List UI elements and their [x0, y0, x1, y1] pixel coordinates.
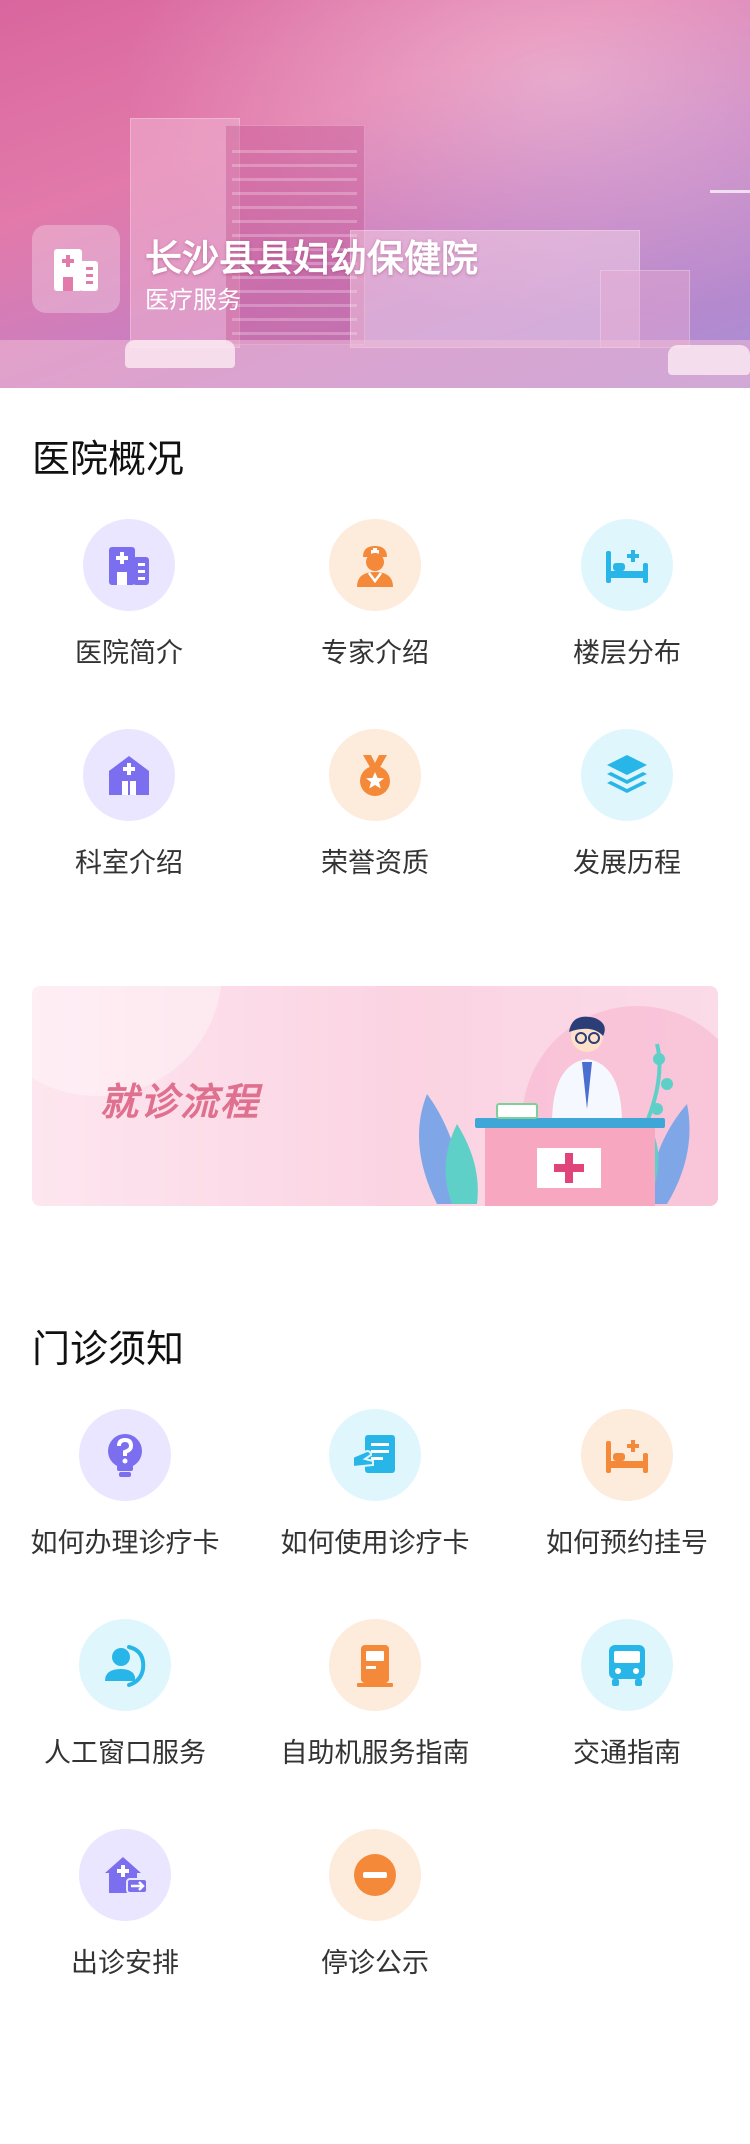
outpatient-item-traffic[interactable]: 交通指南 [502, 1619, 750, 1779]
hospital-logo [32, 225, 120, 313]
process-banner[interactable]: 就诊流程 [32, 986, 718, 1206]
doctor-desk-illustration [419, 1016, 690, 1206]
icon-circle [581, 1619, 673, 1711]
outpatient-item-label: 出诊安排 [71, 1948, 179, 1979]
medal-icon [360, 755, 390, 796]
overview-item-label: 荣誉资质 [321, 848, 429, 879]
question-bulb-icon [108, 1434, 142, 1477]
bed-icon [606, 1440, 648, 1473]
process-banner-title: 就诊流程 [100, 1080, 261, 1124]
overview-item-label: 发展历程 [573, 848, 681, 879]
building-annex [600, 270, 690, 348]
section-title-overview: 医院概况 [32, 437, 185, 481]
icon-circle [581, 729, 673, 821]
overview-item-floors[interactable]: 楼层分布 [502, 519, 750, 679]
house-arrow-icon [105, 1857, 148, 1894]
icon-circle [79, 1409, 171, 1501]
section-title-outpatient: 门诊须知 [32, 1327, 185, 1371]
bus-icon [609, 1645, 645, 1686]
hospital-building-icon [109, 547, 149, 585]
hospital-name: 长沙县县妇幼保健院 [145, 237, 478, 280]
service-person-icon [105, 1645, 146, 1687]
overview-item-label: 专家介绍 [321, 638, 429, 669]
outpatient-item-use-card[interactable]: 如何使用诊疗卡 [250, 1409, 500, 1569]
overview-item-history[interactable]: 发展历程 [502, 729, 750, 889]
outpatient-item-label: 自助机服务指南 [280, 1738, 470, 1769]
hospital-building-icon [54, 249, 98, 291]
icon-circle [329, 1829, 421, 1921]
layers-icon [607, 755, 647, 793]
outpatient-item-kiosk-guide[interactable]: 自助机服务指南 [250, 1619, 500, 1779]
outpatient-item-label: 停诊公示 [321, 1948, 429, 1979]
overview-item-label: 科室介绍 [75, 848, 183, 879]
ground [0, 340, 750, 388]
icon-circle [79, 1619, 171, 1711]
overview-item-honors[interactable]: 荣誉资质 [250, 729, 500, 889]
kiosk-icon [357, 1645, 393, 1687]
overview-item-departments[interactable]: 科室介绍 [4, 729, 254, 889]
outpatient-item-window-service[interactable]: 人工窗口服务 [0, 1619, 250, 1779]
icon-circle [83, 729, 175, 821]
icon-circle [79, 1829, 171, 1921]
bed-icon [606, 550, 648, 583]
car [125, 340, 235, 368]
hero-banner: 长沙县县妇幼保健院 医疗服务 [0, 0, 750, 388]
department-house-icon [109, 756, 149, 795]
outpatient-item-appointment[interactable]: 如何预约挂号 [502, 1409, 750, 1569]
icon-circle [329, 1409, 421, 1501]
car [668, 345, 750, 375]
outpatient-item-suspension[interactable]: 停诊公示 [250, 1829, 500, 1989]
street-lamp [710, 190, 750, 193]
overview-item-experts[interactable]: 专家介绍 [250, 519, 500, 679]
outpatient-item-label: 交通指南 [573, 1738, 681, 1769]
outpatient-item-apply-card[interactable]: 如何办理诊疗卡 [0, 1409, 250, 1569]
icon-circle [581, 519, 673, 611]
outpatient-item-label: 如何办理诊疗卡 [30, 1528, 220, 1559]
outpatient-item-label: 如何预约挂号 [546, 1528, 708, 1559]
overview-item-label: 医院简介 [75, 638, 183, 669]
minus-circle-icon [354, 1854, 396, 1896]
icon-circle [329, 729, 421, 821]
hospital-subtitle: 医疗服务 [145, 286, 241, 314]
icon-circle [581, 1409, 673, 1501]
outpatient-item-label: 人工窗口服务 [44, 1738, 206, 1769]
icon-circle [329, 519, 421, 611]
doctor-icon [357, 546, 393, 587]
outpatient-item-schedule[interactable]: 出诊安排 [0, 1829, 250, 1989]
icon-circle [83, 519, 175, 611]
icon-circle [329, 1619, 421, 1711]
overview-item-intro[interactable]: 医院简介 [4, 519, 254, 679]
overview-item-label: 楼层分布 [573, 638, 681, 669]
outpatient-item-label: 如何使用诊疗卡 [280, 1528, 470, 1559]
card-hand-icon [352, 1435, 395, 1473]
